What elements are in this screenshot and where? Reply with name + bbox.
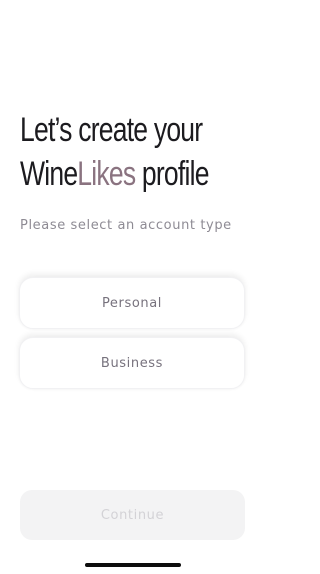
title-line-2-suffix: profile [135, 155, 210, 193]
account-type-personal-label: Personal [101, 295, 163, 311]
home-indicator [85, 563, 181, 567]
account-type-business-button[interactable]: Business [19, 337, 245, 389]
title-line-1: Let’s create your [20, 111, 203, 149]
brand-name-part-2: Likes [77, 155, 136, 193]
brand-name-part-1: Wine [20, 155, 78, 193]
continue-button-label: Continue [100, 507, 165, 523]
account-type-business-label: Business [100, 355, 164, 371]
account-type-instruction: Please select an account type [20, 218, 232, 233]
page-title: Let’s create your WineLikes profile [20, 108, 209, 196]
create-profile-screen: Let’s create your WineLikes profile Plea… [0, 0, 265, 574]
account-type-personal-button[interactable]: Personal [19, 277, 245, 329]
continue-button[interactable]: Continue [20, 490, 245, 540]
title-line-2: WineLikes profile [20, 152, 209, 196]
